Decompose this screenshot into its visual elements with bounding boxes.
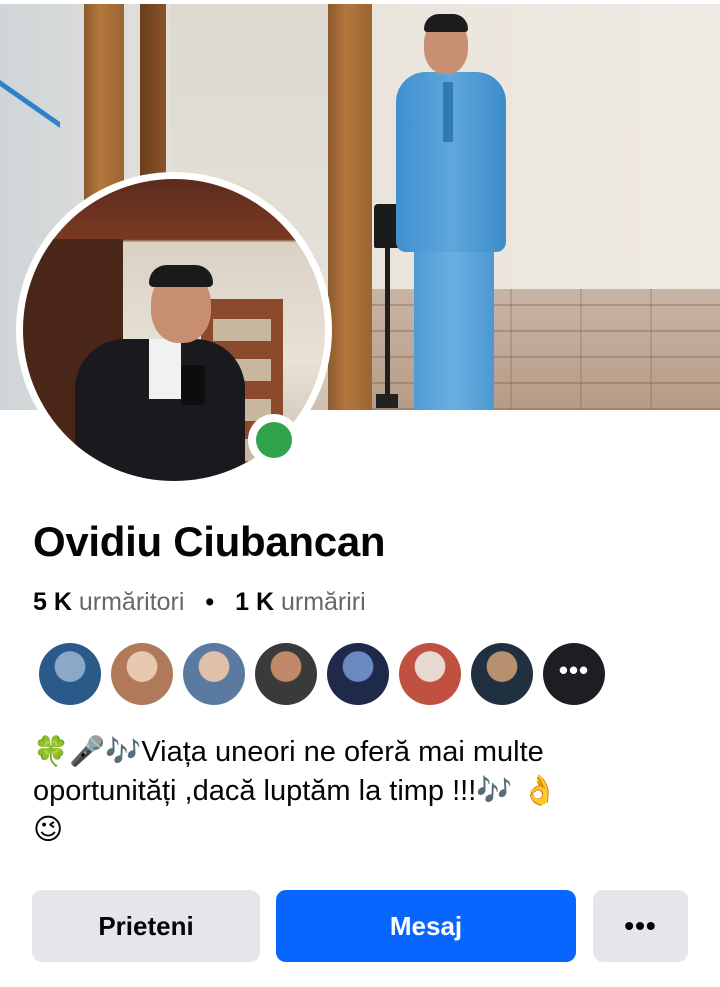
friends-button[interactable]: Prieteni — [32, 890, 260, 962]
message-button[interactable]: Mesaj — [276, 890, 576, 962]
stats-separator: • — [205, 588, 215, 616]
friend-avatar[interactable] — [39, 643, 101, 705]
bio-emoji: 🍀🎤🎶 — [33, 734, 142, 768]
friend-avatar[interactable] — [183, 643, 245, 705]
more-dots-icon: ••• — [558, 655, 590, 685]
bio-emoji: 😉 — [33, 812, 64, 846]
friend-avatar[interactable] — [327, 643, 389, 705]
more-options-button[interactable]: ••• — [593, 890, 688, 962]
friend-avatar[interactable] — [111, 643, 173, 705]
cover-person — [386, 12, 546, 410]
profile-name: Ovidiu Ciubancan — [33, 518, 386, 565]
bio-emoji: 🎶 👌 — [476, 773, 558, 807]
more-friends-button[interactable]: ••• — [543, 643, 605, 705]
friend-avatar[interactable] — [399, 643, 461, 705]
cover-wooden-beam — [328, 4, 372, 410]
profile-stats: 5 K urmăritori • 1 K urmăriri — [33, 588, 366, 617]
friend-avatar[interactable] — [471, 643, 533, 705]
following-link[interactable]: 1 K urmăriri — [235, 588, 366, 616]
online-status-indicator — [248, 414, 300, 466]
followers-link[interactable]: 5 K urmăritori — [33, 588, 184, 616]
friend-avatar[interactable] — [255, 643, 317, 705]
profile-bio: 🍀🎤🎶Viața uneori ne oferă mai multe oport… — [33, 732, 693, 849]
